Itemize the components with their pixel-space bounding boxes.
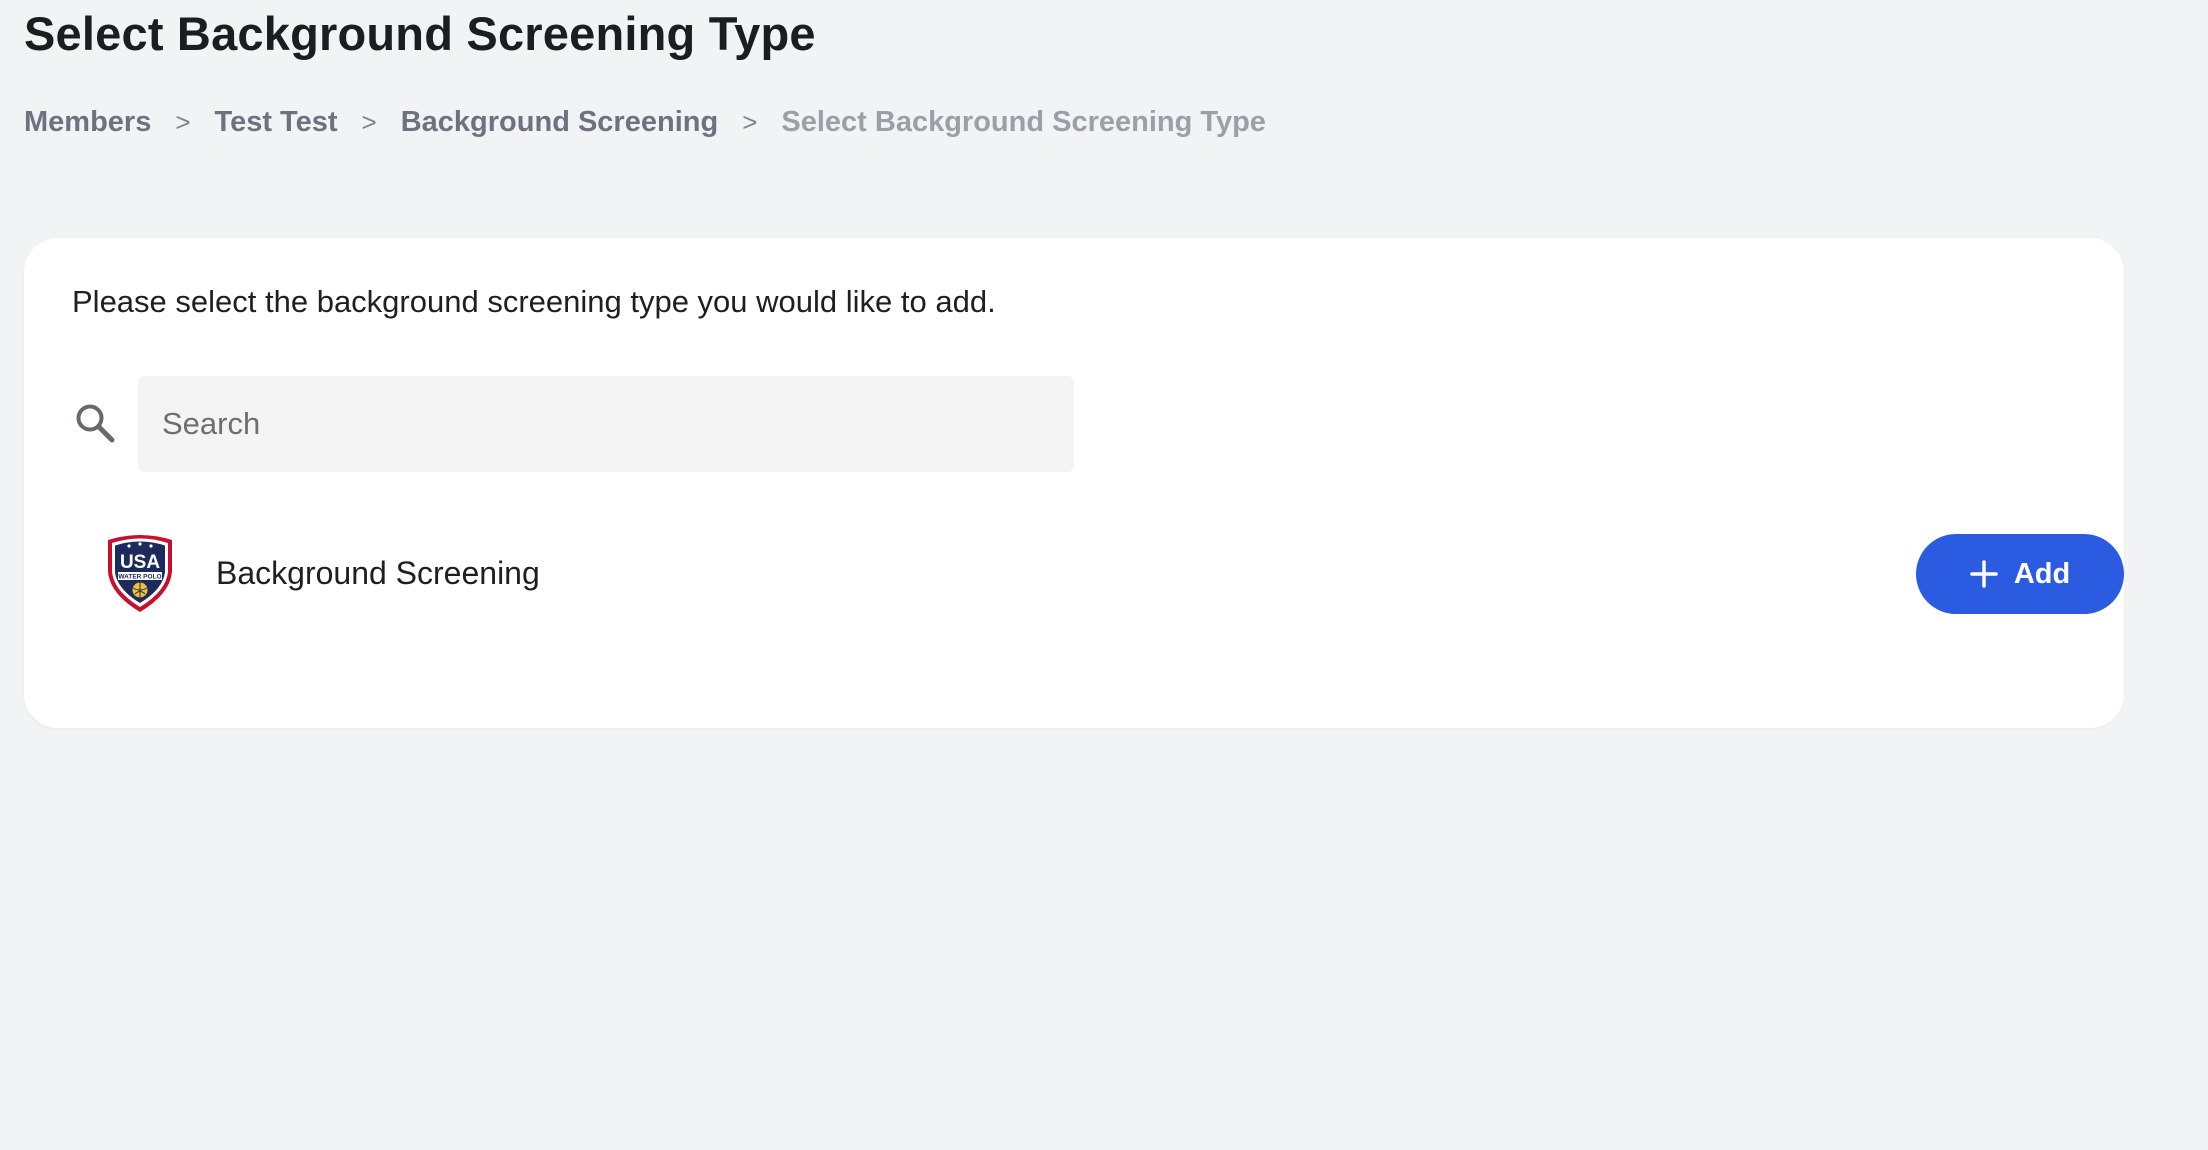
breadcrumb-item-current: Select Background Screening Type (781, 106, 1266, 138)
screening-type-label: Background Screening (216, 555, 540, 591)
add-button[interactable]: Add (1916, 534, 2124, 614)
breadcrumb: Members > Test Test > Background Screeni… (24, 104, 1266, 140)
plus-icon (1970, 560, 1998, 588)
screening-type-card: Please select the background screening t… (24, 238, 2124, 728)
page-title: Select Background Screening Type (24, 7, 816, 60)
logo-subtext: WATER POLO (118, 574, 161, 581)
breadcrumb-separator: > (361, 107, 377, 137)
logo-text: USA (120, 552, 160, 573)
breadcrumb-item-background-screening[interactable]: Background Screening (401, 104, 718, 140)
breadcrumb-item-member-name[interactable]: Test Test (215, 104, 338, 140)
add-button-label: Add (2013, 557, 2071, 590)
breadcrumb-item-members[interactable]: Members (24, 104, 151, 140)
search-input[interactable] (138, 376, 1074, 472)
instructions-text: Please select the background screening t… (72, 284, 996, 319)
usa-water-polo-logo: USA WATER POLO (104, 532, 176, 614)
breadcrumb-separator: > (175, 107, 191, 137)
list-item: USA WATER POLO Background Screening Add (104, 532, 2124, 618)
search-icon (74, 402, 116, 444)
breadcrumb-separator: > (742, 107, 758, 137)
